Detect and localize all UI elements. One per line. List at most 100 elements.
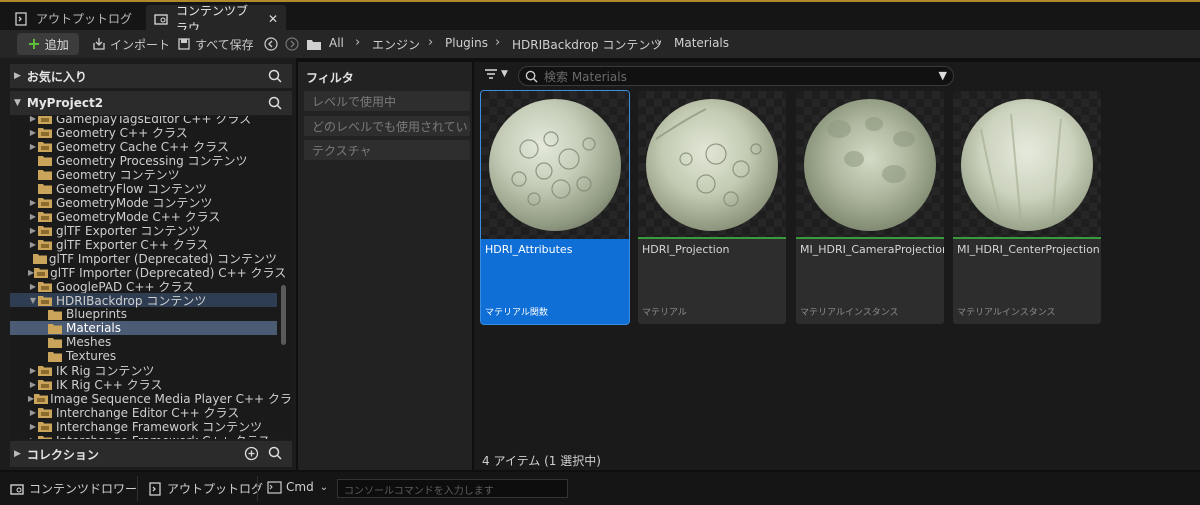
tree-item-label: Interchange Framework C++ クラス <box>56 432 270 440</box>
favorites-header[interactable]: ▶ お気に入り <box>10 64 292 88</box>
search-icon[interactable] <box>268 96 282 113</box>
asset-type: マテリアル <box>642 308 687 318</box>
expand-down-icon[interactable]: ▼ <box>28 296 38 305</box>
folder-icon <box>38 379 54 390</box>
folder-icon <box>34 393 49 404</box>
tree-item[interactable]: Blueprints <box>10 307 277 321</box>
asset-type: マテリアルインスタンス <box>800 308 899 318</box>
folder-icon <box>38 225 54 236</box>
search-icon[interactable] <box>268 446 282 463</box>
folder-icon <box>48 337 64 348</box>
log-icon <box>149 481 161 496</box>
cmd-dropdown[interactable]: Cmd ⌄ <box>267 480 328 494</box>
folder-icon <box>38 141 54 152</box>
expand-right-icon[interactable]: ▶ <box>28 422 38 431</box>
folder-icon <box>38 365 54 376</box>
content-drawer-button[interactable]: コンテンツドロワー <box>10 480 137 497</box>
back-arrow-icon <box>264 37 278 51</box>
project-header[interactable]: ▼ MyProject2 <box>10 91 292 115</box>
tree-item-label: HDRIBackdrop コンテンツ <box>56 293 207 308</box>
search-icon[interactable] <box>268 69 282 86</box>
add-button[interactable]: + 追加 <box>17 33 79 55</box>
sphere-preview <box>804 99 936 231</box>
expand-right-icon[interactable]: ▶ <box>28 380 38 389</box>
back-button[interactable] <box>264 35 282 53</box>
asset-thumbnail <box>953 91 1101 239</box>
expand-right-icon[interactable]: ▶ <box>28 408 38 417</box>
expand-right-icon: ▶ <box>14 71 21 81</box>
breadcrumb-engine[interactable]: エンジン <box>372 36 420 53</box>
import-label: インポート <box>110 37 171 52</box>
asset-tile-hdri-attributes[interactable]: HDRI_Attributes マテリアル関数 <box>480 90 630 325</box>
folder-icon <box>38 421 54 432</box>
expand-right-icon[interactable]: ▶ <box>28 240 38 249</box>
asset-tile-mi-hdri-centerprojection[interactable]: MI_HDRI_CenterProjection マテリアルインスタンス <box>953 91 1101 324</box>
forward-button[interactable] <box>285 35 303 53</box>
expand-right-icon[interactable]: ▶ <box>28 142 38 151</box>
breadcrumb-all[interactable]: All <box>329 36 344 50</box>
asset-type: マテリアル関数 <box>485 308 548 318</box>
expand-right-icon[interactable]: ▶ <box>28 212 38 221</box>
filter-in-use-level[interactable]: レベルで使用中 <box>304 91 470 111</box>
save-all-button[interactable]: すべて保存 <box>177 35 254 53</box>
close-icon[interactable]: ✕ <box>268 12 278 26</box>
expand-right-icon[interactable]: ▶ <box>28 128 38 137</box>
asset-name: HDRI_Attributes <box>485 243 573 256</box>
folder-icon <box>38 295 54 306</box>
tree-item-label: Blueprints <box>66 307 128 321</box>
log-icon <box>14 11 28 26</box>
chevron-down-icon[interactable]: ▼ <box>939 69 947 82</box>
tree-item[interactable]: Meshes <box>10 335 277 349</box>
folder-icon <box>38 183 54 194</box>
folder-icon <box>38 407 54 418</box>
content-drawer-icon <box>10 483 24 495</box>
expand-down-icon: ▼ <box>14 98 21 108</box>
import-icon <box>93 38 105 50</box>
add-collection-icon[interactable] <box>244 446 259 464</box>
tab-content-browser[interactable]: コンテンツブラウ... ✕ <box>146 4 286 35</box>
add-label: 追加 <box>44 37 69 52</box>
folder-icon <box>38 127 54 138</box>
sphere-preview <box>961 99 1093 231</box>
favorites-label: お気に入り <box>26 69 87 84</box>
filter-not-used-any-level[interactable]: どのレベルでも使用されていま <box>304 116 470 136</box>
output-log-button[interactable]: アウトプットログ <box>148 480 263 497</box>
expand-right-icon[interactable]: ▶ <box>28 116 38 123</box>
tree-scrollbar[interactable] <box>281 285 286 345</box>
project-label: MyProject2 <box>26 96 104 110</box>
collections-header[interactable]: ▶ コレクション <box>10 441 292 467</box>
expand-right-icon[interactable]: ▶ <box>28 436 38 440</box>
asset-tile-mi-hdri-cameraprojection[interactable]: MI_HDRI_CameraProjection マテリアルインスタンス <box>796 91 944 324</box>
folder-icon <box>38 435 54 439</box>
tree-item[interactable]: ▼ HDRIBackdrop コンテンツ <box>10 293 277 308</box>
asset-thumbnail <box>638 91 786 239</box>
collections-label: コレクション <box>26 447 99 462</box>
search-icon <box>525 70 538 83</box>
expand-right-icon[interactable]: ▶ <box>28 198 38 207</box>
chevron-down-icon: ▼ <box>501 69 508 79</box>
asset-tile-hdri-projection[interactable]: HDRI_Projection マテリアル <box>638 91 786 324</box>
folder-icon <box>48 351 64 362</box>
folder-icon <box>306 35 326 53</box>
tree-item-label: Meshes <box>66 335 112 349</box>
folder-icon <box>38 169 54 180</box>
expand-right-icon[interactable]: ▶ <box>28 226 38 235</box>
console-input[interactable]: コンソールコマンドを入力します <box>337 479 568 498</box>
filter-dropdown-button[interactable]: ▼ <box>484 68 508 80</box>
tab-strip: アウトプットログ コンテンツブラウ... ✕ <box>0 0 1200 35</box>
tree-item[interactable]: ▶ Interchange Framework C++ クラス <box>10 433 277 439</box>
tab-output-log[interactable]: アウトプットログ <box>6 5 140 32</box>
import-button[interactable]: インポート <box>92 35 170 53</box>
tree-item[interactable]: Materials <box>10 321 277 335</box>
breadcrumb-hdribackdrop[interactable]: HDRIBackdrop コンテンツ <box>512 36 662 53</box>
chevron-right-icon: › <box>428 35 434 50</box>
breadcrumb-materials[interactable]: Materials <box>674 36 729 50</box>
expand-right-icon[interactable]: ▶ <box>28 282 38 291</box>
expand-right-icon[interactable]: ▶ <box>28 366 38 375</box>
breadcrumb-plugins[interactable]: Plugins <box>445 36 488 50</box>
folder-icon <box>48 309 64 320</box>
asset-search-input[interactable]: 検索 Materials ▼ <box>518 66 954 86</box>
asset-type: マテリアルインスタンス <box>957 308 1056 318</box>
filter-texture[interactable]: テクスチャ <box>304 140 470 160</box>
filter-icon <box>485 69 497 79</box>
